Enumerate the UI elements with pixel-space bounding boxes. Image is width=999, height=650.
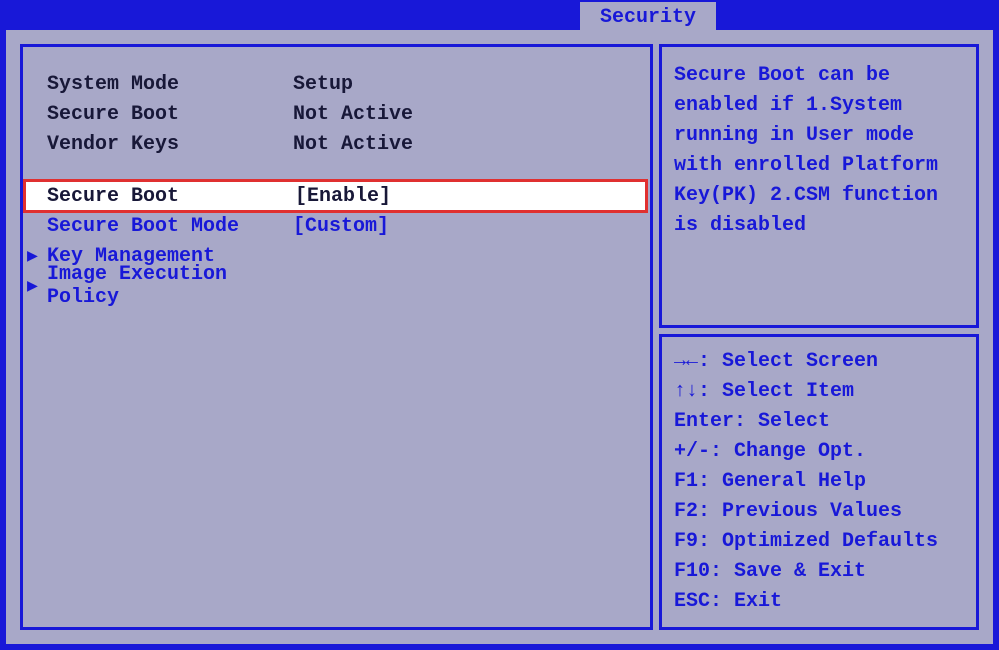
- status-system-mode: System Mode Setup: [23, 69, 650, 99]
- nav-hint: ↑↓: Select Item: [674, 377, 964, 407]
- nav-hint: ESC: Exit: [674, 587, 964, 617]
- option-value: [Custom]: [293, 215, 650, 238]
- status-vendor-keys: Vendor Keys Not Active: [23, 129, 650, 159]
- option-label: Secure Boot: [47, 185, 295, 208]
- option-label: Secure Boot Mode: [47, 215, 293, 238]
- status-value: Not Active: [293, 133, 650, 156]
- nav-hint: F9: Optimized Defaults: [674, 527, 964, 557]
- status-label: Secure Boot: [47, 103, 293, 126]
- help-box: Secure Boot can be enabled if 1.System r…: [659, 44, 979, 328]
- nav-hint: F1: General Help: [674, 467, 964, 497]
- option-secure-boot[interactable]: Secure Boot [Enable]: [25, 181, 646, 211]
- nav-hint: Enter: Select: [674, 407, 964, 437]
- nav-hint: →←: Select Screen: [674, 347, 964, 377]
- status-secure-boot: Secure Boot Not Active: [23, 99, 650, 129]
- submenu-label: Image Execution Policy: [47, 263, 293, 309]
- triangle-right-icon: ▶: [27, 245, 38, 267]
- tab-bar: Security: [0, 0, 999, 32]
- status-label: Vendor Keys: [47, 133, 293, 156]
- main-frame: System Mode Setup Secure Boot Not Active…: [6, 30, 993, 644]
- settings-pane: System Mode Setup Secure Boot Not Active…: [20, 44, 653, 630]
- status-label: System Mode: [47, 73, 293, 96]
- submenu-image-execution-policy[interactable]: ▶ Image Execution Policy: [23, 271, 650, 301]
- right-pane: Secure Boot can be enabled if 1.System r…: [659, 44, 979, 630]
- tab-security[interactable]: Security: [578, 0, 718, 32]
- status-value: Setup: [293, 73, 650, 96]
- tab-label: Security: [600, 6, 696, 29]
- help-text: Secure Boot can be enabled if 1.System r…: [674, 61, 964, 241]
- nav-hint: F10: Save & Exit: [674, 557, 964, 587]
- option-value: [Enable]: [295, 185, 646, 208]
- triangle-right-icon: ▶: [27, 275, 38, 297]
- option-secure-boot-mode[interactable]: Secure Boot Mode [Custom]: [23, 211, 650, 241]
- nav-hint: +/-: Change Opt.: [674, 437, 964, 467]
- nav-hint: F2: Previous Values: [674, 497, 964, 527]
- nav-help-box: →←: Select Screen ↑↓: Select Item Enter:…: [659, 334, 979, 630]
- status-value: Not Active: [293, 103, 650, 126]
- spacer: [23, 159, 650, 181]
